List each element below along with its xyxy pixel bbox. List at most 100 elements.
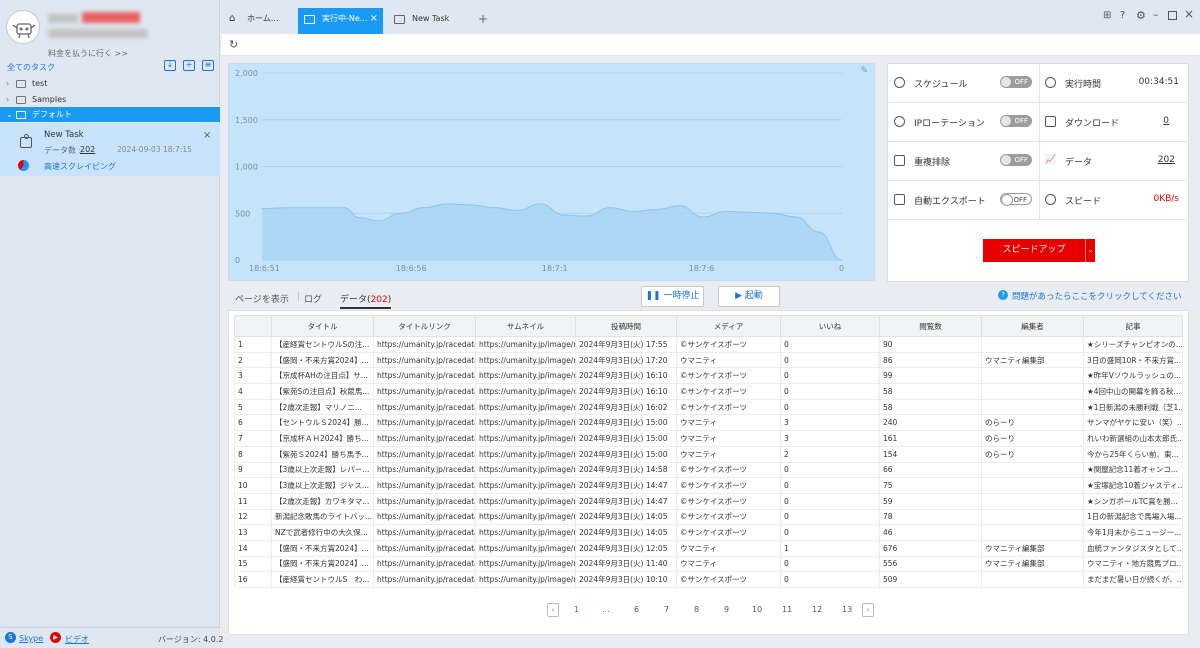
column-header[interactable]: 編集者 xyxy=(981,315,1084,337)
speedup-button[interactable]: スピードアップ xyxy=(983,239,1085,262)
pay-link[interactable]: 料金を払うに行く >> xyxy=(48,48,128,59)
table-cell: 【セントウルＳ2024】勝... xyxy=(271,414,374,432)
data-table: タイトル タイトルリンク サムネイル 投稿時間 メディア いいね 閲覧数 編集者 記事 1 【産経… xyxy=(234,315,1183,588)
close-window-icon[interactable]: × xyxy=(1184,7,1194,21)
speedup-dropdown-icon[interactable]: ⌄ xyxy=(1085,239,1095,262)
minimize-icon[interactable]: – xyxy=(1153,8,1159,21)
data-value[interactable]: 202 xyxy=(1158,155,1175,165)
skype-icon[interactable]: S xyxy=(5,632,16,643)
auto-export-toggle[interactable]: OFF xyxy=(1000,193,1032,206)
page-link[interactable]: ... xyxy=(602,605,610,614)
table-cell: https://umanity.jp/racedata/... xyxy=(373,430,476,447)
settings-icon[interactable]: ⚙ xyxy=(1136,9,1146,22)
ip-rotation-toggle[interactable]: OFF xyxy=(1000,115,1032,127)
table-cell: 0 xyxy=(780,398,880,416)
table-row[interactable]: 10 【3歳以上次走報】ジャス... https://umanity.jp/race… xyxy=(234,477,1183,494)
skype-link[interactable]: Skype xyxy=(19,634,43,643)
chart-svg: 2,000 1,500 1,000 500 0 18:6:51 18:6:56 18:7:1 1… xyxy=(235,69,844,273)
page-link[interactable]: 9 xyxy=(724,605,729,614)
table-cell: ©サンケイスポーツ xyxy=(676,508,781,526)
column-header[interactable]: サムネイル xyxy=(475,315,576,337)
tab-home[interactable]: ⌂ ホーム... xyxy=(223,8,295,34)
table-row[interactable]: 16 【産経賞セントウルS わ... https://umanity.jp/race… xyxy=(234,571,1183,588)
tree-item-samples[interactable]: › Samples xyxy=(0,92,220,107)
video-icon[interactable]: ▶ xyxy=(50,632,61,643)
dedupe-toggle[interactable]: OFF xyxy=(1000,154,1032,166)
table-row[interactable]: 11 【2歳次走報】カワキタマ... https://umanity.jp/race… xyxy=(234,492,1183,510)
table-cell: https://umanity.jp/image/ne... xyxy=(475,571,576,588)
table-cell: 46 xyxy=(879,524,982,541)
table-row[interactable]: 12 新潟記念敗馬のライトバッ... https://umanity.jp/race… xyxy=(234,508,1183,526)
page-link[interactable]: 13 xyxy=(842,605,852,614)
column-header[interactable]: メディア xyxy=(676,315,781,337)
table-row[interactable]: 7 【京成杯ＡＨ2024】勝ち... https://umanity.jp/race… xyxy=(234,430,1183,447)
tree-item-default[interactable]: ⌄ デフォルト xyxy=(0,107,220,122)
help-link[interactable]: 問題があったらここをクリックしてください xyxy=(1012,290,1182,302)
column-header[interactable]: タイトルリンク xyxy=(373,315,476,337)
manage-task-icon[interactable]: ≡ xyxy=(202,60,214,71)
tab-show-page[interactable]: ページを表示 xyxy=(235,292,289,305)
task-close-icon[interactable]: × xyxy=(203,130,211,141)
table-cell: 3 xyxy=(780,414,880,432)
video-link[interactable]: ビデオ xyxy=(65,634,89,645)
table-row[interactable]: 14 【盛岡・不来方賞2024】... https://umanity.jp/rac… xyxy=(234,539,1183,557)
table-cell: https://umanity.jp/racedata/... xyxy=(373,351,476,369)
table-cell: 2024年9月3日(火) 15:00 xyxy=(575,414,677,432)
table-row[interactable]: 13 NZで武者修行中の大久保... https://umanity.jp/race… xyxy=(234,524,1183,541)
table-cell: 7 xyxy=(234,430,272,447)
user-avatar[interactable] xyxy=(6,10,40,44)
page-link[interactable]: 8 xyxy=(694,605,699,614)
column-header[interactable]: 閲覧数 xyxy=(879,315,982,337)
column-header[interactable]: 投稿時間 xyxy=(575,315,677,337)
question-icon[interactable]: ? xyxy=(998,290,1008,300)
page-link[interactable]: 11 xyxy=(782,605,792,614)
help-icon[interactable]: ? xyxy=(1120,10,1125,21)
table-row[interactable]: 2 【盛岡・不来方賞2024】... https://umanity.jp/race… xyxy=(234,351,1183,369)
tree-item-test[interactable]: › test xyxy=(0,76,220,91)
table-row[interactable]: 4 【紫苑Sの注目点】秋競馬... https://umanity.jp/raced… xyxy=(234,383,1183,400)
import-task-icon[interactable]: ↓ xyxy=(164,60,176,71)
page-link[interactable]: 1 xyxy=(574,605,579,614)
table-row[interactable]: 5 【2歳次走報】マリノニ... https://umanity.jp/raceda… xyxy=(234,398,1183,416)
page-link[interactable]: 7 xyxy=(664,605,669,614)
table-row[interactable]: 15 【盛岡・不来方賞2024】... https://umanity.jp/rac… xyxy=(234,555,1183,573)
table-cell: 10 xyxy=(234,477,272,494)
prev-page-icon[interactable]: ‹ xyxy=(547,603,559,617)
stat-schedule: スケジュール OFF xyxy=(888,64,1039,103)
toolbar xyxy=(221,34,1200,56)
table-cell: https://umanity.jp/image/ne... xyxy=(475,383,576,400)
schedule-toggle[interactable]: OFF xyxy=(1000,76,1032,88)
pause-button[interactable]: ❚❚ 一時停止 xyxy=(641,286,704,307)
tab-new-task[interactable]: New Task xyxy=(388,8,473,34)
refresh-icon[interactable]: ↻ xyxy=(229,38,238,51)
task-data-count[interactable]: 202 xyxy=(80,145,95,154)
download-value[interactable]: 0 xyxy=(1163,116,1169,126)
page-link[interactable]: 10 xyxy=(752,605,762,614)
page-link[interactable]: 6 xyxy=(634,605,639,614)
add-task-icon[interactable]: + xyxy=(183,60,195,71)
new-tab-icon[interactable]: + xyxy=(478,12,488,26)
table-row[interactable]: 1 【産経賞セントウルSの注... https://umanity.jp/raced… xyxy=(234,336,1183,353)
gift-icon[interactable]: ⊞ xyxy=(1103,10,1111,21)
edit-chart-icon[interactable]: ✎ xyxy=(860,66,868,76)
tab-log[interactable]: ログ xyxy=(304,292,322,305)
column-header[interactable] xyxy=(234,315,272,337)
next-page-icon[interactable]: › xyxy=(862,603,874,617)
table-row[interactable]: 6 【セントウルＳ2024】勝... https://umanity.jp/race… xyxy=(234,414,1183,432)
table-cell xyxy=(981,508,1084,526)
column-header[interactable]: 記事 xyxy=(1083,315,1183,337)
tab-data[interactable]: データ(202) xyxy=(340,292,392,309)
start-button[interactable]: ▶ 起動 xyxy=(718,286,780,307)
speed-chart: 2,000 1,500 1,000 500 0 18:6:51 18:6:56 18:7:1 1… xyxy=(228,63,875,281)
table-row[interactable]: 9 【3歳以上次走報】レパー... https://umanity.jp/raced… xyxy=(234,461,1183,479)
table-row[interactable]: 8 【紫苑Ｓ2024】勝ち馬予... https://umanity.jp/race… xyxy=(234,445,1183,463)
column-header[interactable]: タイトル xyxy=(271,315,374,337)
maximize-icon[interactable] xyxy=(1168,11,1177,20)
table-cell: 2024年9月3日(火) 14:58 xyxy=(575,461,677,479)
tab-running[interactable]: 実行中-Ne... × xyxy=(298,8,383,34)
column-header[interactable]: いいね xyxy=(780,315,880,337)
page-link[interactable]: 12 xyxy=(812,605,822,614)
close-tab-icon[interactable]: × xyxy=(370,8,378,30)
all-tasks-label[interactable]: 全てのタスク xyxy=(7,62,55,73)
table-row[interactable]: 3 【京成杯AHの注目点】サ... https://umanity.jp/raced… xyxy=(234,367,1183,385)
